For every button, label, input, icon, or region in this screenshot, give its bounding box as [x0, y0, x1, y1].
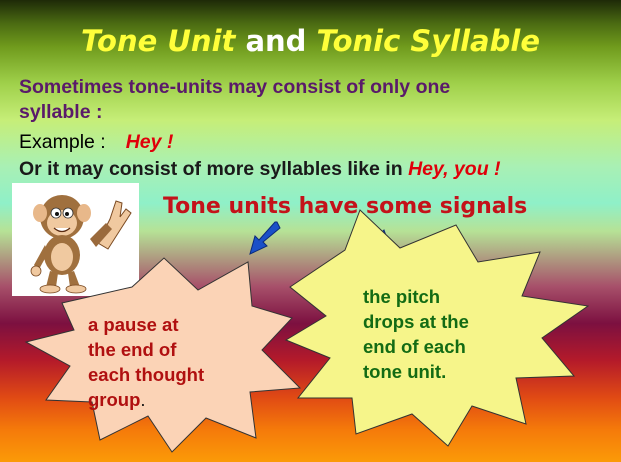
burst-right-line-1: the pitch — [363, 286, 441, 307]
burst-left-line-2: the end of — [88, 339, 177, 360]
burst-right-line-3: end of each — [363, 336, 466, 357]
burst-left-line-1: a pause at — [88, 314, 179, 335]
burst-left-line-4: group — [88, 389, 141, 410]
burst-right-text: the pitch drops at the end of each tone … — [363, 284, 469, 384]
burst-right-line-4: tone unit. — [363, 361, 447, 382]
burst-left-line-4-wrap: group. — [88, 387, 204, 412]
burst-right-line-2: drops at the — [363, 311, 469, 332]
burst-left-line-3: each thought — [88, 364, 205, 385]
burst-left-punct: . — [140, 389, 146, 410]
burst-left-text: a pause at the end of each thought group… — [88, 312, 204, 412]
